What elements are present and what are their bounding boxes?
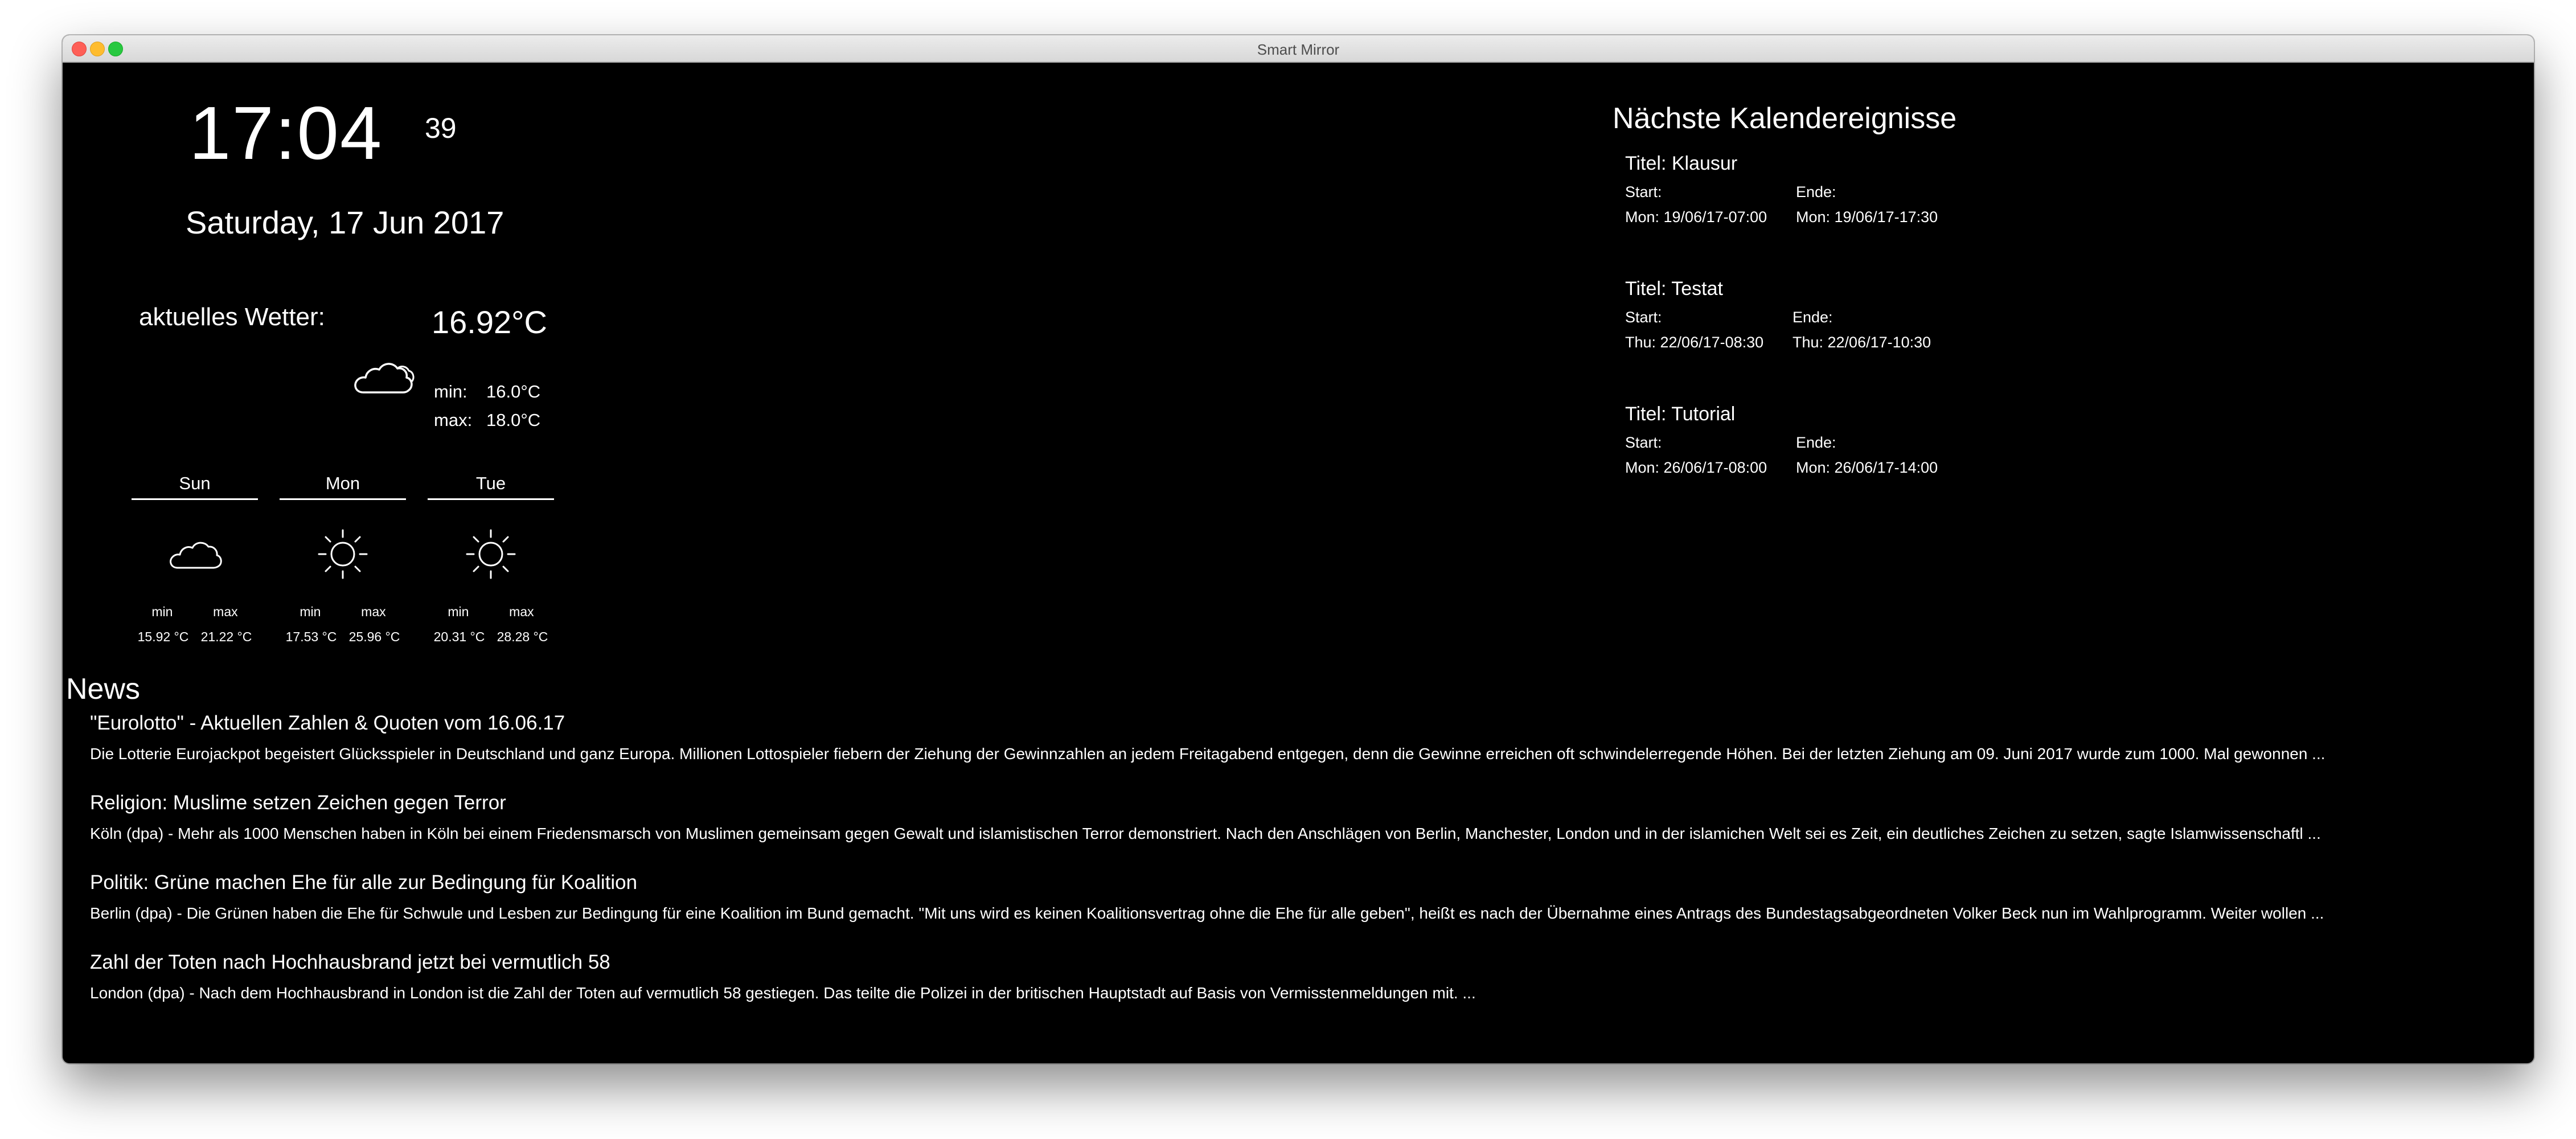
forecast-min-label: min <box>151 604 173 619</box>
news-item[interactable]: Zahl der Toten nach Hochhausbrand jetzt … <box>90 951 2516 1002</box>
forecast-min-value: 20.31 °C <box>433 629 485 644</box>
forecast-max-label: max <box>509 604 534 619</box>
forecast-day-sun: Sun min max 15.92 °C 21.22 °C <box>132 473 258 644</box>
news-summary: London (dpa) - Nach dem Hochhausbrand in… <box>90 984 1476 1002</box>
event-end: Mon: 19/06/17-17:30 <box>1796 208 1938 226</box>
forecast-max-value: 21.22 °C <box>200 629 252 644</box>
min-label: min: <box>434 382 467 401</box>
mirror-content: 17:04 39 Saturday, 17 Jun 2017 aktuelles… <box>63 62 2534 1063</box>
sun-icon <box>280 529 406 583</box>
news-item[interactable]: Religion: Muslime setzen Zeichen gegen T… <box>90 792 2516 843</box>
forecast-min-label: min <box>300 604 321 619</box>
event-start: Mon: 26/06/17-08:00 <box>1625 459 1767 476</box>
event-end-label: Ende: <box>1796 434 1836 451</box>
max-temperature: 18.0°C <box>486 410 541 430</box>
news-item[interactable]: Politik: Grüne machen Ehe für alle zur B… <box>90 871 2516 923</box>
news-title: Religion: Muslime setzen Zeichen gegen T… <box>90 792 506 814</box>
event-end: Thu: 22/06/17-10:30 <box>1792 334 1931 351</box>
forecast-max-value: 28.28 °C <box>497 629 548 644</box>
news-summary: Köln (dpa) - Mehr als 1000 Menschen habe… <box>90 825 2321 842</box>
event-title: Titel: Klausur <box>1625 153 1738 174</box>
forecast-min-value: 15.92 °C <box>137 629 189 644</box>
event-title: Titel: Tutorial <box>1625 403 1736 425</box>
app-window: Smart Mirror 17:04 39 Saturday, 17 Jun 2… <box>63 35 2534 1063</box>
forecast-day-tue: Tue min max 20.31 °C 28.28 °C <box>428 473 554 644</box>
event-start: Mon: 19/06/17-07:00 <box>1625 208 1767 226</box>
event-start: Thu: 22/06/17-08:30 <box>1625 334 1764 351</box>
current-temperature: 16.92°C <box>432 304 547 340</box>
news-summary: Die Lotterie Eurojackpot begeistert Glüc… <box>90 745 2325 763</box>
forecast-min-label: min <box>448 604 469 619</box>
weather-label: aktuelles Wetter: <box>139 303 325 331</box>
cloud-icon <box>132 535 258 573</box>
cloud-icon <box>351 355 417 403</box>
calendar-event: Titel: Tutorial Start: Ende: Mon: 26/06/… <box>1625 403 2024 476</box>
forecast-day-name: Sun <box>132 473 258 500</box>
min-temperature: 16.0°C <box>486 382 541 401</box>
event-start-label: Start: <box>1625 309 1662 326</box>
event-title: Titel: Testat <box>1625 278 1723 300</box>
news-item[interactable]: "Eurolotto" - Aktuellen Zahlen & Quoten … <box>90 712 2516 763</box>
window-title: Smart Mirror <box>1257 41 1340 58</box>
title-bar[interactable]: Smart Mirror <box>63 35 2534 63</box>
clock-seconds: 39 <box>425 112 457 144</box>
event-start-label: Start: <box>1625 183 1662 200</box>
clock-time: 17:04 <box>189 91 383 175</box>
calendar-heading: Nächste Kalendereignisse <box>1613 102 1957 135</box>
event-start-label: Start: <box>1625 434 1662 451</box>
news-title: Zahl der Toten nach Hochhausbrand jetzt … <box>90 951 610 973</box>
forecast-max-label: max <box>213 604 238 619</box>
news-heading: News <box>66 673 141 706</box>
max-label: max: <box>434 410 473 430</box>
event-end-label: Ende: <box>1796 183 1836 200</box>
news-summary: Berlin (dpa) - Die Grünen haben die Ehe … <box>90 904 2324 922</box>
forecast-day-name: Tue <box>428 473 554 500</box>
event-end: Mon: 26/06/17-14:00 <box>1796 459 1938 476</box>
news-title: Politik: Grüne machen Ehe für alle zur B… <box>90 871 638 894</box>
calendar-event: Titel: Klausur Start: Ende: Mon: 19/06/1… <box>1625 153 2024 226</box>
forecast-day-mon: Mon min max 17.53 °C 25.96 °C <box>280 473 406 644</box>
forecast-min-value: 17.53 °C <box>285 629 337 644</box>
forecast-max-label: max <box>361 604 386 619</box>
news-title: "Eurolotto" - Aktuellen Zahlen & Quoten … <box>90 712 565 734</box>
forecast-max-value: 25.96 °C <box>348 629 400 644</box>
event-end-label: Ende: <box>1792 309 1833 326</box>
sun-icon <box>428 529 554 583</box>
clock-date: Saturday, 17 Jun 2017 <box>186 204 504 240</box>
calendar-event: Titel: Testat Start: Ende: Thu: 22/06/17… <box>1625 278 2024 351</box>
forecast-day-name: Mon <box>280 473 406 500</box>
